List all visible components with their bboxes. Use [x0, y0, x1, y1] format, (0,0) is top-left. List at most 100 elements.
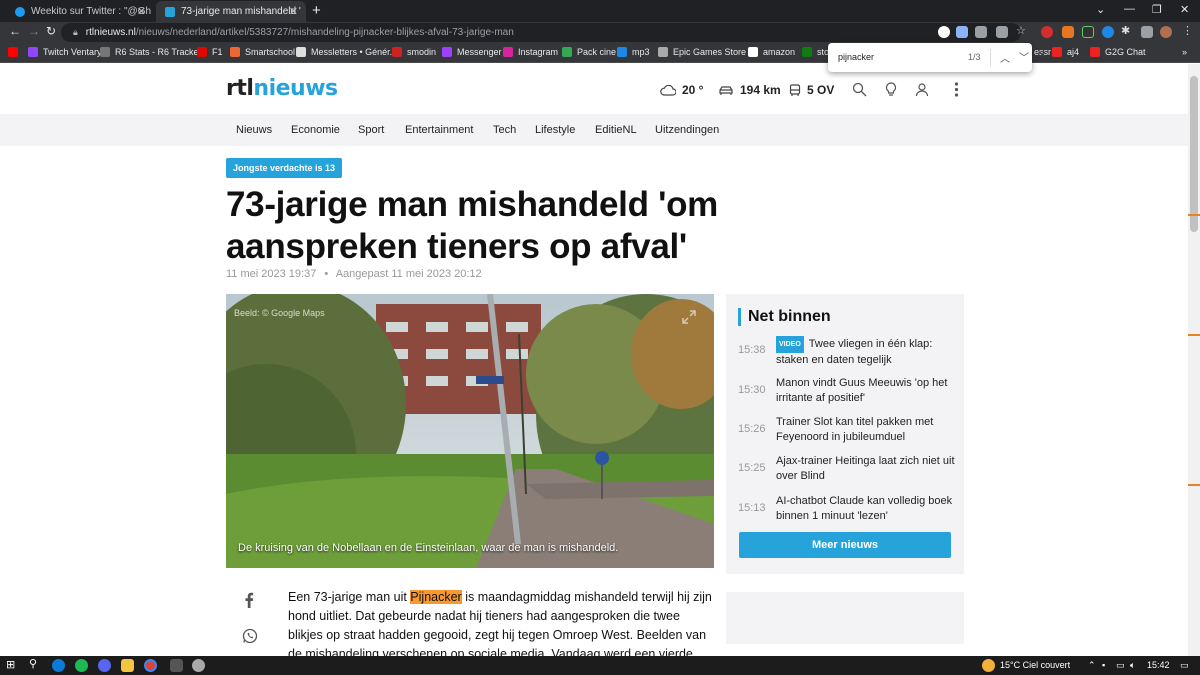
- reload-icon[interactable]: ↻: [46, 24, 56, 38]
- volume-icon[interactable]: 🔈︎: [1130, 660, 1135, 671]
- close-tab-icon[interactable]: ✕: [137, 5, 146, 18]
- nav-entertainment[interactable]: Entertainment: [405, 124, 473, 136]
- forward-icon[interactable]: →: [28, 24, 40, 38]
- app-icon[interactable]: [170, 659, 183, 672]
- nav-tech[interactable]: Tech: [493, 124, 516, 136]
- close-tab-icon[interactable]: ✕: [289, 5, 298, 18]
- whatsapp-share-icon[interactable]: [242, 628, 258, 644]
- ov-widget[interactable]: 5 OV: [789, 83, 834, 97]
- meer-nieuws-button[interactable]: Meer nieuws: [739, 532, 951, 558]
- file-explorer-icon[interactable]: [121, 659, 134, 672]
- edge-icon[interactable]: [52, 659, 65, 672]
- net-binnen-panel: Net binnen 15:38 VIDEO Twee vliegen in éé…: [726, 294, 964, 574]
- bookmark-item[interactable]: G2G Chat: [1090, 47, 1146, 57]
- lightbulb-icon[interactable]: [885, 82, 897, 97]
- scrollbar-thumb[interactable]: [1190, 76, 1198, 232]
- bookmark-item[interactable]: Instagram: [503, 47, 558, 57]
- main-nav: Nieuws Economie Sport Entertainment Tech…: [0, 114, 1188, 146]
- bookmark-item[interactable]: Messenger: [442, 47, 502, 57]
- page-icon[interactable]: [956, 26, 968, 38]
- network-icon[interactable]: ▭: [1116, 660, 1125, 671]
- side-panel-icon[interactable]: [1141, 26, 1153, 38]
- chrome-menu-icon[interactable]: ⋮: [1182, 24, 1194, 37]
- find-close-icon[interactable]: ✕: [1038, 50, 1046, 61]
- app-icon[interactable]: [192, 659, 205, 672]
- more-bookmarks-icon[interactable]: »: [1182, 47, 1187, 57]
- bookmark-star-icon[interactable]: ☆: [1016, 24, 1028, 37]
- bookmark-item[interactable]: R6 Stats - R6 Tracke...: [100, 47, 206, 57]
- article-photo[interactable]: Beeld: © Google Maps De kruising van de …: [226, 294, 714, 568]
- find-input[interactable]: pijnacker: [838, 52, 874, 62]
- tab-strip: Weekito sur Twitter : "@GhostFa ✕ 73-jar…: [0, 0, 1200, 22]
- bookmark-item[interactable]: sto: [802, 47, 829, 57]
- bookmark-item[interactable]: Pack cine: [562, 47, 616, 57]
- rtl-favicon-icon: [165, 6, 175, 17]
- facebook-share-icon[interactable]: [244, 592, 254, 608]
- tray-chevron-icon[interactable]: ⌃: [1088, 660, 1096, 671]
- find-in-page-bar: pijnacker 1/3 ︿ ﹀ ✕: [828, 43, 1046, 72]
- nav-nieuws[interactable]: Nieuws: [236, 124, 272, 136]
- chrome-icon[interactable]: [144, 659, 157, 672]
- clock[interactable]: 15:42: [1147, 660, 1170, 670]
- page-scrollbar[interactable]: [1188, 64, 1200, 656]
- bookmark-item[interactable]: F1: [197, 47, 223, 57]
- rtl-page: rtlnieuws 20 ° 194 km 5 OV Nieuws Econom…: [0, 64, 1188, 656]
- nav-lifestyle[interactable]: Lifestyle: [535, 124, 575, 136]
- extension-blue-icon[interactable]: [1102, 26, 1114, 38]
- bookmark-item[interactable]: Twitch Ventary: [28, 47, 102, 57]
- find-count: 1/3: [968, 52, 981, 62]
- bookmark-item[interactable]: aj4: [1052, 47, 1079, 57]
- expand-icon[interactable]: [682, 310, 696, 324]
- tab-search-icon[interactable]: ⌄: [1096, 3, 1105, 16]
- bookmark-item[interactable]: mp3: [617, 47, 650, 57]
- google-icon[interactable]: [938, 26, 950, 38]
- new-tab-icon[interactable]: +: [312, 2, 321, 19]
- nav-uitzendingen[interactable]: Uitzendingen: [655, 124, 719, 136]
- extension-orange-icon[interactable]: [1062, 26, 1074, 38]
- extensions-puzzle-icon[interactable]: ✱: [1121, 24, 1133, 37]
- close-window-icon[interactable]: ✕: [1180, 3, 1189, 16]
- back-icon[interactable]: ←: [9, 24, 21, 38]
- article-tag-badge[interactable]: Jongste verdachte is 13: [226, 158, 343, 178]
- bookmark-youtube-icon[interactable]: [8, 47, 23, 57]
- bookmark-item[interactable]: Smartschool: [230, 47, 295, 57]
- restore-icon[interactable]: ❐: [1152, 3, 1162, 16]
- bookmark-item[interactable]: Epic Games Store |...: [658, 47, 758, 57]
- notifications-icon[interactable]: ▭: [1180, 660, 1189, 671]
- user-icon[interactable]: [915, 82, 929, 97]
- more-menu-icon[interactable]: [954, 82, 959, 97]
- cloud-icon: [660, 84, 676, 96]
- nav-sport[interactable]: Sport: [358, 124, 384, 136]
- street-scene-image: [226, 294, 714, 568]
- minimize-icon[interactable]: —: [1124, 3, 1135, 15]
- search-icon[interactable]: ⚲: [29, 657, 42, 670]
- find-match-marker: [1188, 484, 1200, 486]
- nav-editienl[interactable]: EditieNL: [595, 124, 637, 136]
- weather-taskbar-icon[interactable]: [982, 659, 995, 672]
- find-match-marker: [1188, 334, 1200, 336]
- discord-icon[interactable]: [98, 659, 111, 672]
- find-match-marker: [1188, 214, 1200, 216]
- taskbar-weather[interactable]: 15°C Ciel couvert: [1000, 660, 1070, 670]
- spotify-icon[interactable]: [75, 659, 88, 672]
- bookmark-item[interactable]: smodin: [392, 47, 436, 57]
- extension-dark-icon[interactable]: [1082, 26, 1094, 38]
- rtl-nieuws-logo[interactable]: rtlnieuws: [226, 76, 338, 101]
- share-icon[interactable]: [996, 26, 1008, 38]
- find-prev-icon[interactable]: ︿: [1000, 50, 1010, 65]
- profile-avatar[interactable]: [1160, 26, 1172, 38]
- windows-start-icon[interactable]: ⊞: [6, 658, 19, 671]
- bookmark-item[interactable]: amazon: [748, 47, 795, 57]
- tab-twitter[interactable]: Weekito sur Twitter : "@GhostFa ✕: [6, 1, 154, 22]
- bookmark-item[interactable]: Messletters • Génér...: [296, 47, 397, 57]
- search-icon[interactable]: [852, 82, 867, 97]
- traffic-widget[interactable]: 194 km: [718, 83, 781, 97]
- find-next-icon[interactable]: ﹀: [1019, 49, 1029, 64]
- translate-icon[interactable]: [975, 26, 987, 38]
- nav-economie[interactable]: Economie: [291, 124, 340, 136]
- tray-app-icon[interactable]: ▪: [1102, 660, 1105, 670]
- weather-widget[interactable]: 20 °: [660, 83, 703, 97]
- tab-rtl-article[interactable]: 73-jarige man mishandeld 'om a ✕: [156, 1, 306, 22]
- extension-red-icon[interactable]: [1041, 26, 1053, 38]
- address-bar[interactable]: 🔒︎ rtlnieuws.nl/nieuws/nederland/artikel…: [61, 23, 1021, 42]
